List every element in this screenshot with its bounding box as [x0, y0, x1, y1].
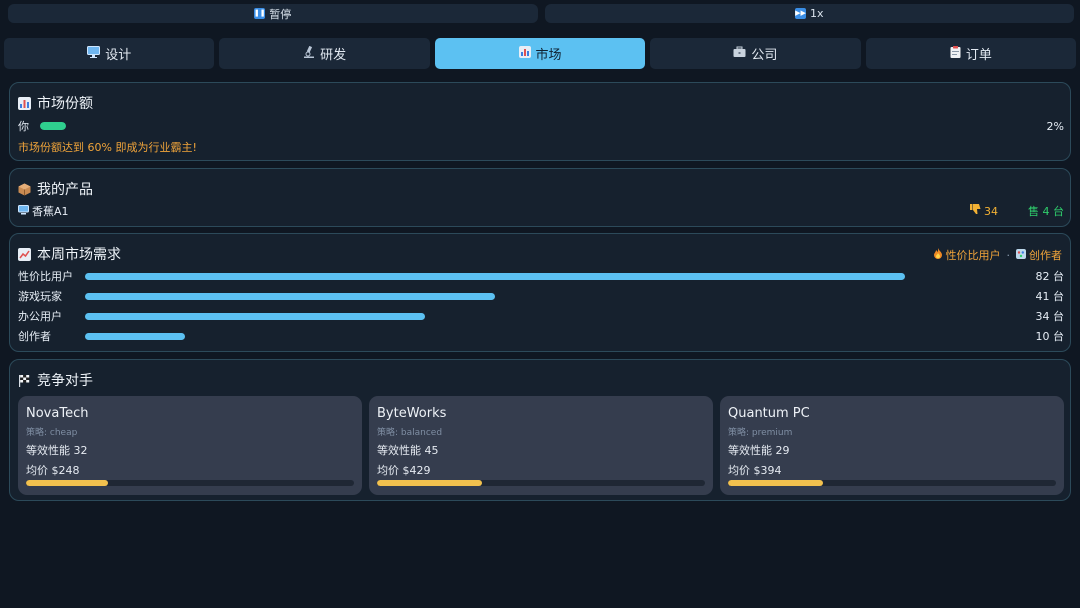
competitor-price: 均价 $394 [728, 464, 782, 477]
demand-row-value: 82 台 [1035, 270, 1065, 283]
competitor-card[interactable]: Quantum PC 策略: premium 等效性能 29 均价 $394 [720, 396, 1064, 495]
demand-row-value: 10 台 [1035, 330, 1065, 343]
competitor-price: 均价 $429 [377, 464, 431, 477]
demand-row-label: 办公用户 [18, 310, 62, 323]
demand-row: 创作者 10 台 [18, 329, 1064, 343]
legend-separator: · [1006, 248, 1011, 262]
competitor-price: 均价 $248 [26, 464, 80, 477]
tab-market-label: 市场 [535, 48, 562, 63]
demand-bar [85, 292, 495, 300]
monitor-icon [18, 204, 29, 218]
product-stats: 34 售 4 台 [970, 203, 1064, 219]
competitors-title: 竞争对手 [18, 370, 93, 390]
my-products-panel: 我的产品 香蕉A1 34 售 4 台 [9, 168, 1071, 227]
product-name: 香蕉A1 [18, 203, 69, 219]
competitors-title-text: 竞争对手 [37, 373, 93, 389]
demand-bar [85, 332, 185, 340]
demand-row: 办公用户 34 台 [18, 309, 1064, 323]
product-name-text: 香蕉A1 [32, 205, 69, 218]
competitor-performance: 等效性能 29 [728, 444, 790, 457]
my-products-title: 我的产品 [18, 179, 93, 199]
tab-research[interactable]: 研发 [219, 38, 430, 69]
demand-row-label: 游戏玩家 [18, 290, 62, 303]
my-products-title-text: 我的产品 [37, 182, 93, 198]
player-share-bar [40, 122, 66, 130]
competitor-name: NovaTech [26, 406, 89, 421]
trend-up-icon [18, 247, 31, 261]
pause-button[interactable]: ❚❚ 暂停 [8, 4, 538, 23]
tab-design[interactable]: 设计 [4, 38, 215, 69]
weekly-demand-title: 本周市场需求 [18, 244, 121, 264]
competitors-panel: 竞争对手 NovaTech 策略: cheap 等效性能 32 均价 $248 … [9, 359, 1071, 501]
thumbs-down-icon [970, 204, 981, 218]
demand-hot-segments: 性价比用户 · 创作者 [933, 247, 1062, 263]
briefcase-icon [733, 46, 746, 61]
competitor-share-fill [728, 480, 824, 486]
market-share-title: 市场份额 [18, 93, 93, 113]
tab-design-label: 设计 [105, 48, 132, 63]
demand-bar [85, 272, 905, 280]
competitor-name: Quantum PC [728, 406, 810, 421]
microscope-icon [303, 45, 315, 61]
main-tabs: 设计 研发 市场 公司 订单 [4, 38, 1077, 69]
market-share-panel: 市场份额 你 2% 市场份额达到 60% 即成为行业霸主! [9, 82, 1071, 161]
competitor-share-bar [377, 480, 705, 486]
pause-label: 暂停 [269, 7, 292, 21]
demand-hot-segment: 性价比用户 [945, 249, 1001, 262]
competitor-share-bar [26, 480, 354, 486]
tab-orders-label: 订单 [965, 48, 992, 63]
chart-icon [518, 46, 531, 61]
product-row[interactable]: 香蕉A1 34 售 4 台 [18, 204, 1064, 218]
tab-research-label: 研发 [320, 48, 347, 63]
demand-row: 游戏玩家 41 台 [18, 289, 1064, 303]
player-share-percent: 2% [1046, 119, 1064, 133]
demand-row-value: 41 台 [1035, 290, 1065, 303]
chart-icon [18, 96, 31, 110]
package-icon [18, 183, 31, 196]
competitor-card[interactable]: ByteWorks 策略: balanced 等效性能 45 均价 $429 [369, 396, 713, 495]
competitor-name: ByteWorks [377, 406, 447, 421]
weekly-demand-title-text: 本周市场需求 [37, 247, 121, 263]
top-control-bar: ❚❚ 暂停 ▶▶ 1x [8, 4, 1074, 23]
competitor-share-fill [377, 480, 482, 486]
competitor-performance: 等效性能 45 [377, 444, 439, 457]
tab-orders[interactable]: 订单 [865, 38, 1077, 69]
competitor-share-bar [728, 480, 1056, 486]
competitor-strategy: 策略: premium [728, 428, 793, 438]
palette-icon [1016, 248, 1026, 262]
demand-row-label: 性价比用户 [18, 270, 73, 283]
market-share-row: 你 2% [18, 119, 1064, 134]
tab-company-label: 公司 [751, 48, 778, 63]
competitor-card[interactable]: NovaTech 策略: cheap 等效性能 32 均价 $248 [18, 396, 362, 495]
market-share-tip: 市场份额达到 60% 即成为行业霸主! [18, 141, 197, 154]
demand-row: 性价比用户 82 台 [18, 269, 1064, 283]
product-sold: 售 4 台 [1028, 205, 1064, 218]
competitor-performance: 等效性能 32 [26, 444, 88, 457]
weekly-demand-panel: 本周市场需求 性价比用户 · 创作者 性价比用户 82 台 游戏玩家 41 台 … [9, 233, 1071, 352]
speed-label: 1x [809, 7, 824, 20]
monitor-icon [87, 46, 101, 61]
competitor-cards: NovaTech 策略: cheap 等效性能 32 均价 $248 ByteW… [18, 396, 1064, 495]
fire-icon [933, 248, 943, 262]
player-label: 你 [18, 120, 29, 133]
competitor-share-fill [26, 480, 108, 486]
competitor-strategy: 策略: cheap [26, 428, 78, 438]
clipboard-icon [950, 46, 961, 61]
demand-second-segment: 创作者 [1029, 249, 1062, 262]
demand-row-value: 34 台 [1035, 310, 1065, 323]
tab-market[interactable]: 市场 [434, 38, 646, 69]
competitor-strategy: 策略: balanced [377, 428, 443, 438]
demand-bar [85, 312, 425, 320]
product-dislikes-count: 34 [984, 204, 998, 218]
market-share-title-text: 市场份额 [37, 96, 93, 112]
checkered-flag-icon [18, 374, 31, 387]
player-share-fill [40, 122, 66, 130]
demand-row-label: 创作者 [18, 330, 51, 343]
speed-button[interactable]: ▶▶ 1x [544, 4, 1074, 23]
tab-company[interactable]: 公司 [650, 38, 861, 69]
pause-icon: ❚❚ [253, 8, 266, 19]
product-dislikes: 34 [970, 204, 998, 218]
fast-forward-icon: ▶▶ [794, 8, 806, 19]
